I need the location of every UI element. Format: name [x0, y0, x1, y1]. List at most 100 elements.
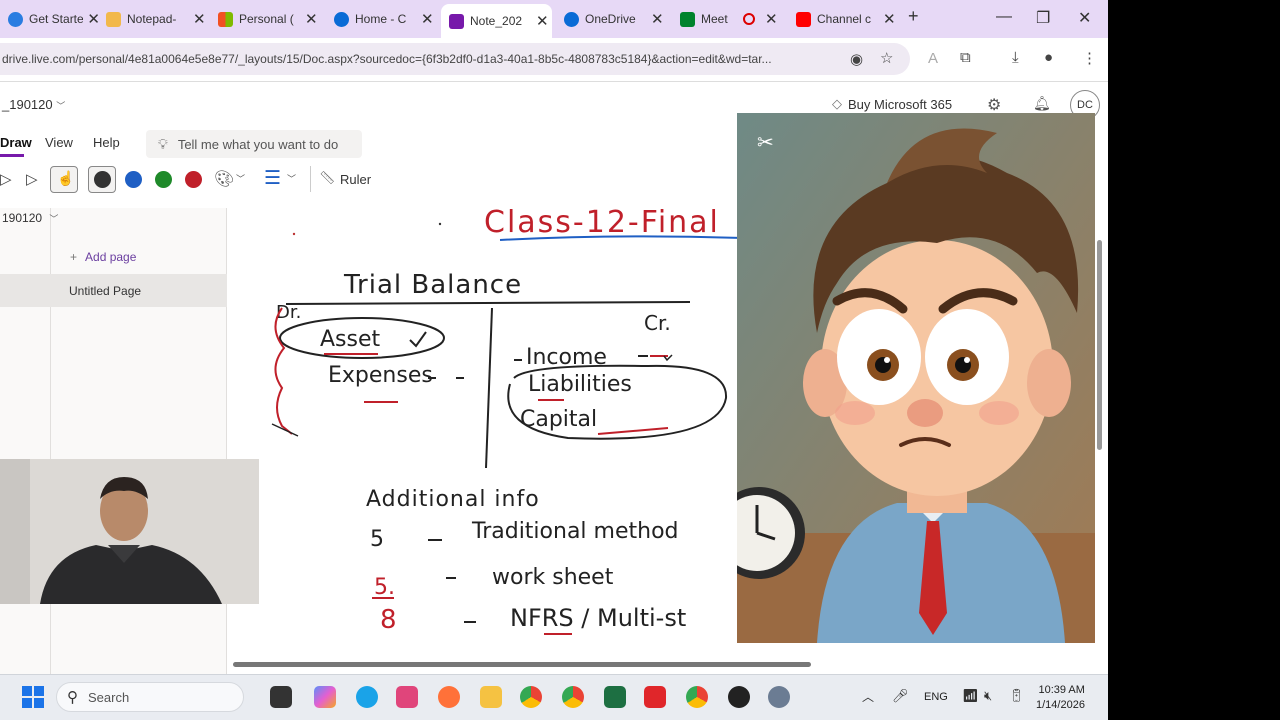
close-icon[interactable]: ✕ [651, 10, 664, 28]
pen-blue-icon[interactable] [125, 171, 142, 188]
tab-draw[interactable]: Draw [0, 135, 32, 150]
ruler-icon: 📏︎ [319, 170, 336, 185]
excel-icon[interactable] [604, 686, 626, 708]
chevron-down-icon[interactable]: ﹀ [287, 172, 296, 185]
browser-tab-strip: Get Starte ✕ Notepad- ✕ Personal ( ✕ Hom… [0, 0, 1108, 38]
close-icon[interactable]: ✕ [883, 10, 896, 28]
tab-get-started[interactable]: Get Starte ✕ [0, 5, 100, 33]
tab-channel[interactable]: Channel c ✕ [788, 5, 898, 33]
edge-icon[interactable] [356, 686, 378, 708]
ink-liabilities: Liabilities [528, 372, 632, 397]
new-tab-button[interactable]: + [908, 6, 919, 27]
touch-draw-button[interactable]: ☝ [50, 166, 78, 193]
omnibox[interactable]: drive.live.com/personal/4e81a0064e5e8e77… [0, 43, 910, 75]
clock-time: 10:39 AM [1038, 684, 1085, 696]
close-icon[interactable]: ✕ [765, 10, 778, 28]
onedrive-icon [564, 11, 579, 27]
minimize-button[interactable]: — [996, 8, 1012, 26]
read-aloud-icon[interactable]: A [928, 50, 938, 67]
close-icon[interactable]: ✕ [193, 10, 206, 28]
tell-me-search[interactable]: 💡︎ Tell me what you want to do [146, 130, 362, 158]
buy-label: Buy Microsoft 365 [848, 96, 953, 112]
copilot-icon[interactable] [314, 686, 336, 708]
lasso-select-icon[interactable]: ▷ [0, 170, 12, 188]
taskbar-search[interactable]: ⚲ Search [56, 682, 244, 712]
capcut-logo-icon: ✂ [757, 130, 774, 154]
page-item-untitled[interactable]: Untitled Page [0, 274, 227, 307]
horizontal-scrollbar[interactable] [233, 662, 811, 667]
buy-microsoft-365[interactable]: ◇ Buy Microsoft 365 [832, 96, 952, 112]
volume-muted-icon[interactable]: 🔇︎ [984, 688, 992, 704]
hand-icon: ☝ [57, 170, 75, 186]
windows-start-icon[interactable] [22, 686, 44, 708]
file-explorer-icon[interactable] [480, 686, 502, 708]
tab-label: Note_202 [470, 14, 523, 28]
settings-icon[interactable] [768, 686, 790, 708]
eye-off-icon[interactable]: ◉ [850, 50, 863, 68]
tab-onedrive[interactable]: OneDrive ✕ [556, 5, 666, 33]
taskbar-clock[interactable]: 10:39 AM 1/14/2026 [1036, 683, 1085, 713]
wifi-icon[interactable]: 📶︎ [962, 688, 979, 704]
ink-title: Class-12-Final [484, 205, 720, 240]
url-text[interactable]: drive.live.com/personal/4e81a0064e5e8e77… [2, 52, 842, 66]
tab-note-active[interactable]: Note_202 ✕ [441, 4, 552, 38]
profile-icon[interactable]: ● [1044, 49, 1053, 66]
chevron-down-icon: ﹀ [56, 101, 66, 111]
address-bar: drive.live.com/personal/4e81a0064e5e8e77… [0, 38, 1108, 82]
palette-icon[interactable]: 🎨︎ [214, 169, 234, 189]
snipping-tool-icon[interactable] [396, 686, 418, 708]
microphone-icon[interactable]: 🎤︎ [892, 688, 909, 704]
note-canvas[interactable]: Class-12-Final Trial Balance Dr. Cr. Ass… [228, 198, 738, 666]
tab-view[interactable]: View [45, 135, 73, 150]
obs-icon[interactable] [728, 686, 750, 708]
anydesk-icon[interactable] [644, 686, 666, 708]
chevron-down-icon: ﹀ [49, 214, 59, 224]
restore-button[interactable]: ❐ [1036, 8, 1050, 28]
bell-icon[interactable]: 🔔︎ [1033, 95, 1051, 112]
line-style-icon[interactable]: ☰ [264, 167, 281, 190]
webcam-overlay [0, 459, 259, 604]
section-title[interactable]: 190120 ﹀ [2, 211, 58, 225]
settings-icon[interactable]: ⚙ [987, 95, 1001, 115]
tab-meet[interactable]: Meet ✕ [672, 5, 782, 33]
star-icon[interactable]: ☆ [880, 49, 893, 67]
vertical-scrollbar[interactable] [1097, 240, 1102, 450]
download-icon[interactable]: ⤓ [1012, 49, 1019, 66]
ink-method-num-3: 8 [380, 605, 397, 635]
close-window-button[interactable]: ✕ [1078, 8, 1091, 28]
chrome-icon[interactable] [520, 686, 542, 708]
tab-personal[interactable]: Personal ( ✕ [210, 5, 320, 33]
tab-help[interactable]: Help [93, 135, 120, 150]
toolbar-divider [310, 166, 311, 192]
pen-green-icon[interactable] [155, 171, 172, 188]
notebook-title[interactable]: _190120 ﹀ [2, 97, 65, 112]
extensions-icon[interactable]: ⧉ [960, 49, 971, 66]
chevron-down-icon[interactable]: ﹀ [236, 172, 245, 185]
close-icon[interactable]: ✕ [536, 12, 549, 30]
tab-home[interactable]: Home - C ✕ [326, 5, 436, 33]
tab-notepad[interactable]: Notepad- ✕ [98, 5, 208, 33]
ink-capital: Capital [520, 407, 597, 432]
task-view-icon[interactable] [270, 686, 292, 708]
ink-method-label-3: NFRS / Multi-st [510, 604, 686, 632]
onedrive-icon [334, 11, 349, 27]
ink-asset: Asset [320, 327, 381, 352]
battery-icon[interactable]: 🔋︎ [1008, 688, 1025, 704]
close-icon[interactable]: ✕ [421, 10, 434, 28]
pen-red-icon[interactable] [185, 171, 202, 188]
meet-icon [680, 11, 695, 27]
ink-method-label-1: Traditional method [471, 519, 679, 544]
firefox-icon[interactable] [438, 686, 460, 708]
close-icon[interactable]: ✕ [305, 10, 318, 28]
chrome-profile-icon[interactable] [562, 686, 584, 708]
chevron-up-icon[interactable]: ︿ [862, 688, 874, 705]
ink-additional: Additional info [366, 487, 540, 512]
menu-icon[interactable]: ⋮ [1082, 49, 1097, 67]
select-icon[interactable]: ▷ [26, 170, 38, 188]
language-indicator[interactable]: ENG [924, 691, 948, 703]
add-page-button[interactable]: + Add page [70, 250, 136, 264]
chrome-active-icon[interactable] [686, 686, 708, 708]
ruler-button[interactable]: Ruler [340, 172, 371, 187]
ink-expenses: Expenses [328, 363, 433, 388]
add-page-label: Add page [85, 250, 137, 264]
